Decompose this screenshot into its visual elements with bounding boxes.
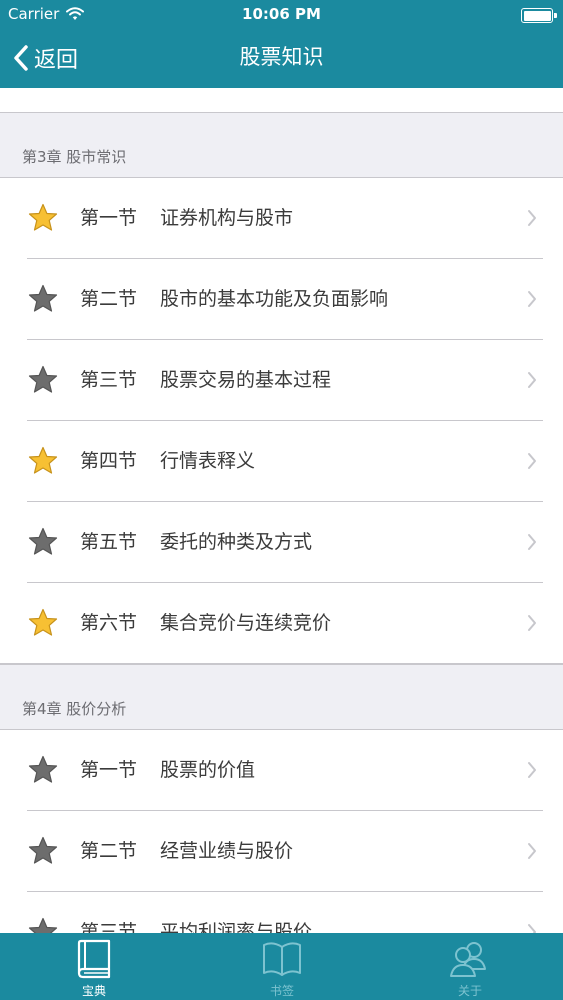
- section-row[interactable]: 第一节 股票的价值: [0, 730, 563, 811]
- section-title: 股市的基本功能及负面影响: [160, 288, 389, 310]
- top-bar: Carrier 10:06 PM 股票知识 返回: [0, 0, 563, 88]
- chevron-right-icon: [528, 615, 536, 631]
- page-title: 股票知识: [239, 45, 324, 69]
- section-number: 第一节: [80, 207, 138, 229]
- section-number: 第二节: [80, 288, 138, 310]
- section-title: 委托的种类及方式: [160, 531, 313, 553]
- chevron-right-icon: [528, 453, 536, 469]
- tab-treasury[interactable]: 宝典: [0, 933, 188, 1000]
- star-gray-icon[interactable]: [28, 917, 58, 933]
- status-time: 10:06 PM: [242, 5, 321, 23]
- section-row[interactable]: 第五节 委托的种类及方式: [0, 502, 563, 583]
- chevron-right-icon: [528, 291, 536, 307]
- section-title: 证券机构与股市: [160, 207, 294, 229]
- section-number: 第二节: [80, 840, 138, 862]
- tab-label-bookmarks: 书签: [269, 984, 294, 998]
- chapter-header: 第4章 股价分析: [0, 664, 563, 730]
- tab-bookmarks[interactable]: 书签: [188, 933, 376, 1000]
- chevron-right-icon: [528, 762, 536, 778]
- chevron-right-icon: [528, 924, 536, 933]
- star-gray-icon[interactable]: [28, 284, 58, 314]
- section-row[interactable]: 第一节 证券机构与股市: [0, 178, 563, 259]
- section-row[interactable]: 第二节 股市的基本功能及负面影响: [0, 259, 563, 340]
- chapter-list[interactable]: 第3章 股市常识 第一节 证券机构与股市 第二节 股市的基本功能及负面影响 第三节 股票交易…: [0, 88, 563, 933]
- section-title: 股票的价值: [160, 759, 256, 781]
- tab-label-treasury: 宝典: [81, 984, 106, 998]
- section-row[interactable]: 第六节 集合竞价与连续竞价: [0, 583, 563, 664]
- section-row[interactable]: 第四节 行情表释义: [0, 421, 563, 502]
- tab-label-about: 关于: [457, 984, 482, 998]
- star-filled-icon[interactable]: [28, 446, 58, 476]
- chevron-right-icon: [528, 372, 536, 388]
- chevron-right-icon: [528, 210, 536, 226]
- section-number: 第六节: [80, 612, 138, 634]
- chevron-left-icon: [14, 45, 28, 71]
- section-row[interactable]: 第三节 股票交易的基本过程: [0, 340, 563, 421]
- star-gray-icon[interactable]: [28, 755, 58, 785]
- tab-bar: 宝典 书签 关于: [0, 933, 563, 1000]
- star-filled-icon[interactable]: [28, 608, 58, 638]
- star-gray-icon[interactable]: [28, 527, 58, 557]
- navigation-bar: 股票知识 返回: [0, 30, 563, 88]
- section-title: 平均利润率与股价: [160, 921, 313, 933]
- section-row[interactable]: 第三节 平均利润率与股价: [0, 892, 563, 933]
- book-open-icon: [263, 942, 301, 976]
- book-closed-icon: [77, 939, 111, 979]
- section-row[interactable]: 第二节 经营业绩与股价: [0, 811, 563, 892]
- chapter-header: 第3章 股市常识: [0, 112, 563, 178]
- star-filled-icon[interactable]: [28, 203, 58, 233]
- chapter-header-label: 第3章 股市常识: [22, 148, 127, 166]
- section-number: 第五节: [80, 531, 138, 553]
- chapter-header-label: 第4章 股价分析: [22, 700, 127, 718]
- star-gray-icon[interactable]: [28, 836, 58, 866]
- section-number: 第三节: [80, 921, 138, 933]
- app-screen: Carrier 10:06 PM 股票知识 返回 第3章 股市常识 第一节 证券机构…: [0, 0, 563, 1000]
- section-number: 第三节: [80, 369, 138, 391]
- chevron-right-icon: [528, 843, 536, 859]
- section-number: 第四节: [80, 450, 138, 472]
- star-gray-icon[interactable]: [28, 365, 58, 395]
- section-title: 集合竞价与连续竞价: [160, 612, 332, 634]
- battery-icon: [521, 8, 557, 23]
- section-title: 股票交易的基本过程: [160, 369, 332, 391]
- back-button[interactable]: 返回: [14, 40, 78, 76]
- section-title: 行情表释义: [160, 450, 256, 472]
- back-label: 返回: [34, 48, 79, 73]
- section-title: 经营业绩与股价: [160, 840, 294, 862]
- battery-fill: [523, 10, 551, 21]
- tab-about[interactable]: 关于: [376, 933, 563, 1000]
- status-bar: Carrier 10:06 PM: [0, 0, 563, 30]
- section-number: 第一节: [80, 759, 138, 781]
- chevron-right-icon: [528, 534, 536, 550]
- people-icon: [450, 942, 486, 977]
